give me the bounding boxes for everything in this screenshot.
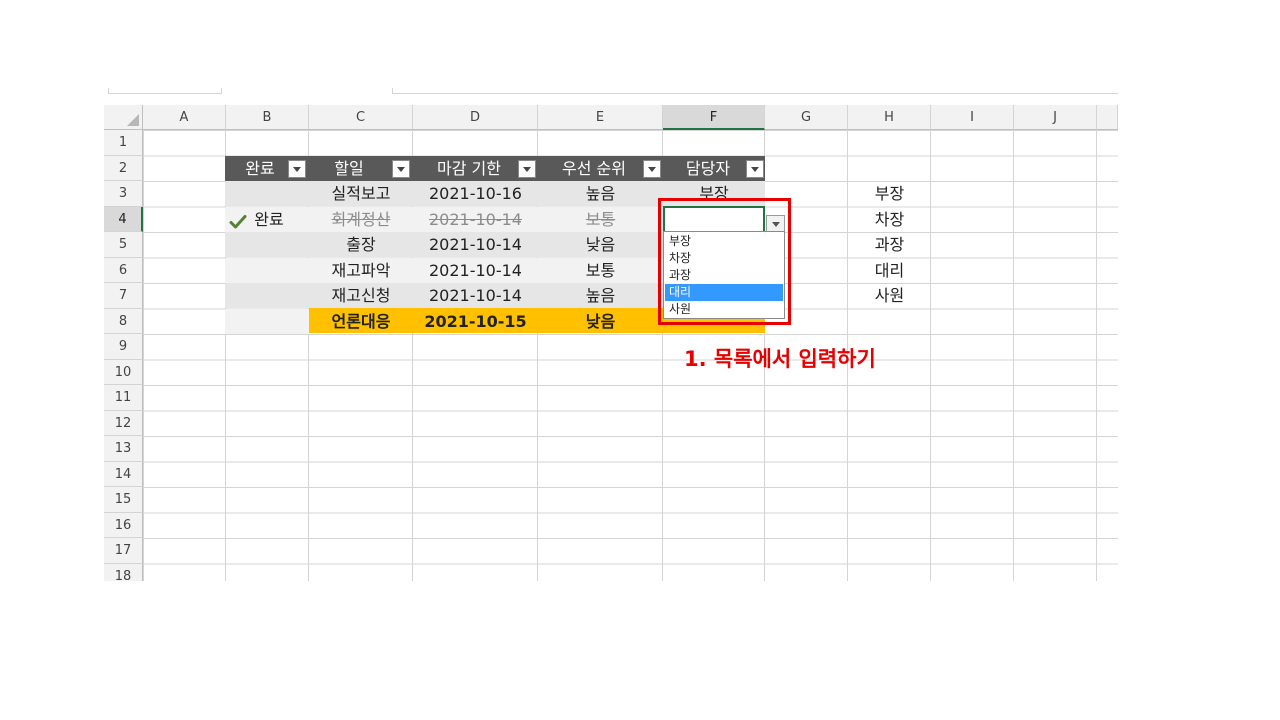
cell-task[interactable]: 회계정산 — [309, 207, 413, 232]
column-header-g[interactable]: G — [765, 105, 848, 130]
spreadsheet: A B C D E F G H I J 1 2 3 4 5 6 7 8 9 10… — [104, 88, 1118, 581]
column-header-k[interactable] — [1097, 105, 1118, 130]
filter-dropdown-icon[interactable] — [392, 160, 410, 178]
row-header-18[interactable]: 18 — [104, 563, 143, 581]
cell-task[interactable]: 재고신청 — [309, 283, 413, 308]
cell-deadline[interactable]: 2021-10-14 — [413, 258, 538, 283]
column-header-h[interactable]: H — [848, 105, 931, 130]
cell-task[interactable]: 재고파악 — [309, 258, 413, 283]
tab-fragment — [108, 88, 222, 94]
header-done: 완료 — [245, 159, 275, 178]
column-header-b[interactable]: B — [226, 105, 309, 130]
filter-dropdown-icon[interactable] — [288, 160, 306, 178]
row-header-4[interactable]: 4 — [104, 206, 143, 232]
select-all-corner[interactable] — [104, 105, 143, 130]
column-header-f[interactable]: F — [663, 105, 765, 130]
header-deadline: 마감 기한 — [437, 159, 501, 178]
column-header-e[interactable]: E — [538, 105, 663, 130]
row-header-11[interactable]: 11 — [104, 385, 143, 411]
column-header-a[interactable]: A — [143, 105, 226, 130]
header-owner: 담당자 — [685, 159, 731, 178]
tab-strip — [104, 88, 1118, 105]
tab-fragment — [392, 88, 1118, 94]
row-header-1[interactable]: 1 — [104, 130, 143, 156]
row-header-2[interactable]: 2 — [104, 155, 143, 181]
column-header-c[interactable]: C — [309, 105, 413, 130]
cell-priority[interactable]: 낮음 — [538, 232, 663, 257]
row-header-14[interactable]: 14 — [104, 461, 143, 487]
list-item[interactable]: 차장 — [848, 207, 931, 232]
row-header-6[interactable]: 6 — [104, 257, 143, 283]
cell-task[interactable]: 언론대응 — [309, 309, 413, 334]
filter-dropdown-icon[interactable] — [643, 160, 661, 178]
cell-priority[interactable]: 보통 — [538, 207, 663, 232]
header-priority: 우선 순위 — [562, 159, 626, 178]
checkmark-icon — [229, 215, 247, 229]
list-item[interactable]: 부장 — [848, 181, 931, 206]
list-item[interactable]: 과장 — [848, 232, 931, 257]
row-header-12[interactable]: 12 — [104, 410, 143, 436]
cell-priority[interactable]: 높음 — [538, 181, 663, 206]
callout-box — [658, 198, 791, 325]
cell-deadline[interactable]: 2021-10-16 — [413, 181, 538, 206]
filter-dropdown-icon[interactable] — [518, 160, 536, 178]
cell-deadline[interactable]: 2021-10-14 — [413, 283, 538, 308]
row-header-9[interactable]: 9 — [104, 334, 143, 360]
table-row-band — [225, 308, 309, 334]
column-header-d[interactable]: D — [413, 105, 538, 130]
annotation-caption: 1. 목록에서 입력하기 — [684, 347, 876, 371]
filter-dropdown-icon[interactable] — [746, 160, 764, 178]
row-header-17[interactable]: 17 — [104, 538, 143, 564]
cell-priority[interactable]: 높음 — [538, 283, 663, 308]
cell-priority[interactable]: 보통 — [538, 258, 663, 283]
row-header-5[interactable]: 5 — [104, 232, 143, 258]
cell-deadline[interactable]: 2021-10-14 — [413, 207, 538, 232]
header-task: 할일 — [334, 159, 364, 178]
list-item[interactable]: 사원 — [848, 283, 931, 308]
cell-done[interactable]: 완료 — [249, 207, 289, 232]
column-header-i[interactable]: I — [931, 105, 1014, 130]
row-header-7[interactable]: 7 — [104, 283, 143, 309]
cell-task[interactable]: 출장 — [309, 232, 413, 257]
row-header-10[interactable]: 10 — [104, 359, 143, 385]
cell-deadline[interactable]: 2021-10-15 — [413, 309, 538, 334]
cell-priority[interactable]: 낮음 — [538, 309, 663, 334]
row-header-15[interactable]: 15 — [104, 487, 143, 513]
row-header-16[interactable]: 16 — [104, 512, 143, 538]
cell-deadline[interactable]: 2021-10-14 — [413, 232, 538, 257]
row-header-13[interactable]: 13 — [104, 436, 143, 462]
column-header-j[interactable]: J — [1014, 105, 1097, 130]
list-item[interactable]: 대리 — [848, 258, 931, 283]
row-header-3[interactable]: 3 — [104, 181, 143, 207]
row-header-8[interactable]: 8 — [104, 308, 143, 334]
cell-task[interactable]: 실적보고 — [309, 181, 413, 206]
